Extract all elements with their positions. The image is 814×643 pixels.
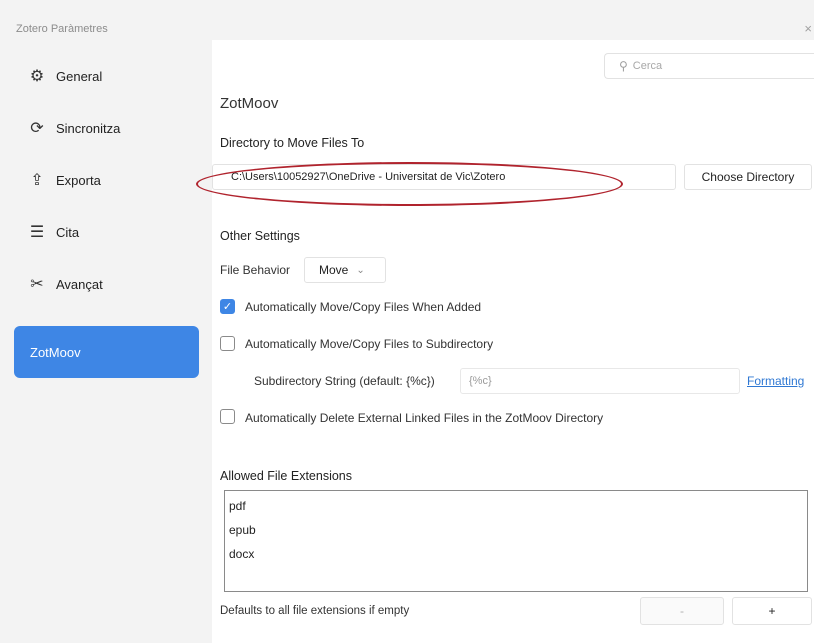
other-settings-heading: Other Settings [220,229,300,243]
search-field[interactable]: ⚲ Cerca [604,53,814,79]
formatting-link[interactable]: Formatting [747,374,804,388]
auto-move-label: Automatically Move/Copy Files When Added [245,300,482,314]
sidebar-item-label: General [56,68,103,84]
directory-input[interactable]: C:\Users\10052927\OneDrive - Universitat… [212,164,676,190]
sidebar-item-label: ZotMoov [30,344,81,360]
auto-move-checkbox[interactable]: ✓ [220,299,235,314]
export-icon: ⇪ [30,172,44,189]
tools-icon: ✂ [30,276,44,293]
remove-extension-button[interactable]: - [640,597,724,625]
search-icon: ⚲ [619,59,628,73]
file-behavior-value: Move [319,263,349,277]
sidebar-item-exporta[interactable]: ⇪ Exporta [14,154,199,206]
sidebar-item-avancat[interactable]: ✂ Avançat [14,258,199,310]
pane-title: ZotMoov [220,95,279,112]
subdirectory-label: Automatically Move/Copy Files to Subdire… [245,337,494,351]
window-title: Zotero Paràmetres [16,23,108,35]
preferences-pane: ⚲ Cerca ZotMoov Directory to Move Files … [196,40,814,643]
subdirectory-string-label: Subdirectory String (default: {%c}) [254,374,435,388]
sidebar-item-sincronitza[interactable]: ⟳ Sincronitza [14,102,199,154]
extensions-footer-text: Defaults to all file extensions if empty [220,605,410,617]
subdirectory-checkbox[interactable] [220,336,235,351]
delete-linked-checkbox[interactable] [220,409,235,424]
extensions-list[interactable]: pdf epub docx [224,490,808,592]
gear-icon: ⚙ [29,68,45,85]
add-extension-button[interactable]: + [732,597,812,625]
delete-linked-label: Automatically Delete External Linked Fil… [245,411,604,425]
cite-icon: ☰ [29,224,45,241]
sidebar-item-label: Sincronitza [56,120,121,136]
sidebar-item-general[interactable]: ⚙ General [14,50,199,102]
subdirectory-string-input[interactable]: {%c} [460,368,740,394]
sidebar: ⚙ General ⟳ Sincronitza ⇪ Exporta ☰ Cita… [0,40,212,643]
chevron-down-icon: ⌄ [356,264,365,276]
title-bar: Zotero Paràmetres × [0,0,814,40]
close-icon[interactable]: × [804,21,812,36]
directory-heading: Directory to Move Files To [220,136,365,150]
list-item[interactable]: docx [229,547,254,561]
sidebar-item-cita[interactable]: ☰ Cita [14,206,199,258]
search-placeholder: Cerca [632,60,663,72]
list-item[interactable]: pdf [229,499,246,513]
allowed-extensions-heading: Allowed File Extensions [220,469,353,483]
sidebar-item-label: Exporta [56,172,101,188]
choose-directory-button[interactable]: Choose Directory [684,164,812,190]
sidebar-item-zotmoov[interactable]: ZotMoov [14,326,199,378]
sync-icon: ⟳ [30,120,44,137]
sidebar-item-label: Cita [56,224,80,240]
list-item[interactable]: epub [229,523,256,537]
sidebar-item-label: Avançat [56,276,103,292]
file-behavior-select[interactable]: Move ⌄ [304,257,386,283]
file-behavior-label: File Behavior [220,263,291,277]
